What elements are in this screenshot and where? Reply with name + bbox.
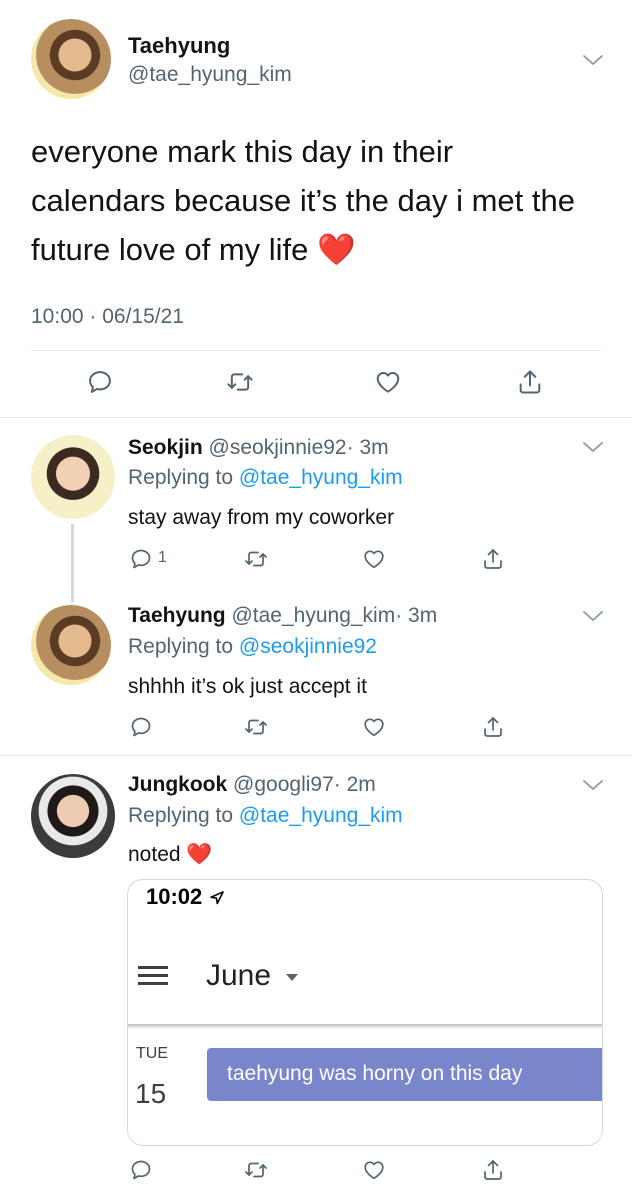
retweet-icon[interactable] bbox=[244, 715, 268, 739]
share-icon[interactable] bbox=[481, 1158, 505, 1182]
reply-header: Jungkook @googli97· 2m bbox=[128, 773, 376, 797]
separator bbox=[31, 350, 601, 351]
location-arrow-icon bbox=[210, 891, 225, 905]
share-icon[interactable] bbox=[481, 715, 505, 739]
author-handle[interactable]: @seokjinnie92 bbox=[209, 436, 347, 459]
like-icon[interactable] bbox=[362, 715, 386, 739]
share-icon[interactable] bbox=[516, 368, 544, 396]
author-name[interactable]: Jungkook bbox=[128, 773, 227, 796]
calendar-event[interactable]: taehyung was horny on this day bbox=[207, 1048, 602, 1101]
reply-header: Seokjin @seokjinnie92· 3m bbox=[128, 436, 389, 460]
chevron-down-icon[interactable] bbox=[580, 437, 606, 457]
avatar[interactable] bbox=[31, 605, 111, 685]
avatar[interactable] bbox=[31, 774, 115, 858]
tweet-age: · 3m bbox=[395, 604, 438, 627]
retweet-icon[interactable] bbox=[226, 368, 254, 396]
heart-emoji: ❤️ bbox=[186, 843, 213, 866]
author-handle[interactable]: @tae_hyung_kim bbox=[231, 604, 395, 627]
tweet-text: shhhh it’s ok just accept it bbox=[128, 675, 367, 698]
reply-count: 1 bbox=[158, 549, 167, 566]
author-handle[interactable]: @tae_hyung_kim bbox=[128, 63, 292, 87]
day-number[interactable]: 15 bbox=[135, 1078, 166, 1110]
chevron-down-icon[interactable] bbox=[580, 775, 606, 795]
reply-icon[interactable] bbox=[129, 547, 153, 571]
avatar[interactable] bbox=[31, 435, 115, 519]
author-handle[interactable]: @googli97 bbox=[233, 773, 334, 796]
dropdown-arrow-icon bbox=[286, 974, 299, 982]
replying-to-label: Replying to bbox=[128, 804, 234, 827]
replying-to-link[interactable]: @seokjinnie92 bbox=[239, 635, 377, 658]
tweet-text: stay away from my coworker bbox=[128, 506, 395, 529]
replying-to: Replying to @seokjinnie92 bbox=[128, 635, 377, 659]
status-time: 10:02 bbox=[146, 884, 225, 910]
timestamp[interactable]: 10:00 · 06/15/21 bbox=[31, 305, 184, 329]
reply-header: Taehyung @tae_hyung_kim· 3m bbox=[128, 604, 437, 628]
avatar[interactable] bbox=[31, 19, 111, 99]
replying-to: Replying to @tae_hyung_kim bbox=[128, 466, 403, 490]
retweet-icon[interactable] bbox=[244, 547, 268, 571]
tweet-text: noted ❤️ bbox=[128, 843, 213, 867]
author-name[interactable]: Taehyung bbox=[128, 33, 230, 59]
month-selector[interactable]: June bbox=[206, 959, 299, 993]
tweet-text: everyone mark this day in their calendar… bbox=[31, 127, 591, 274]
reply-icon[interactable] bbox=[129, 715, 153, 739]
heart-emoji: ❤️ bbox=[317, 232, 356, 267]
tweet-text-body: everyone mark this day in their calendar… bbox=[31, 134, 575, 267]
attached-image[interactable]: 10:02 June TUE 15 taehyung was horny on … bbox=[127, 879, 603, 1146]
event-title: taehyung was horny on this day bbox=[227, 1062, 523, 1085]
chevron-down-icon[interactable] bbox=[580, 50, 606, 70]
replying-to-label: Replying to bbox=[128, 635, 234, 658]
like-icon[interactable] bbox=[362, 547, 386, 571]
replying-to-link[interactable]: @tae_hyung_kim bbox=[239, 466, 403, 489]
tweet-age: · 2m bbox=[333, 773, 376, 796]
replying-to-link[interactable]: @tae_hyung_kim bbox=[239, 804, 403, 827]
like-icon[interactable] bbox=[374, 368, 402, 396]
divider bbox=[0, 417, 632, 418]
replying-to-label: Replying to bbox=[128, 466, 234, 489]
menu-icon[interactable] bbox=[138, 966, 168, 986]
reply-icon[interactable] bbox=[129, 1158, 153, 1182]
header-shadow bbox=[128, 1024, 602, 1029]
tweet-text-body: noted bbox=[128, 843, 181, 866]
reply-icon[interactable] bbox=[86, 368, 114, 396]
like-icon[interactable] bbox=[362, 1158, 386, 1182]
chevron-down-icon[interactable] bbox=[580, 606, 606, 626]
weekday-label: TUE bbox=[136, 1045, 168, 1062]
share-icon[interactable] bbox=[481, 547, 505, 571]
replying-to: Replying to @tae_hyung_kim bbox=[128, 804, 403, 828]
tweet-age: · 3m bbox=[346, 436, 389, 459]
divider bbox=[0, 755, 632, 756]
author-name[interactable]: Seokjin bbox=[128, 436, 203, 459]
status-time-text: 10:02 bbox=[146, 884, 203, 909]
thread-line bbox=[71, 524, 74, 602]
month-label: June bbox=[206, 959, 272, 992]
author-name[interactable]: Taehyung bbox=[128, 604, 226, 627]
retweet-icon[interactable] bbox=[244, 1158, 268, 1182]
